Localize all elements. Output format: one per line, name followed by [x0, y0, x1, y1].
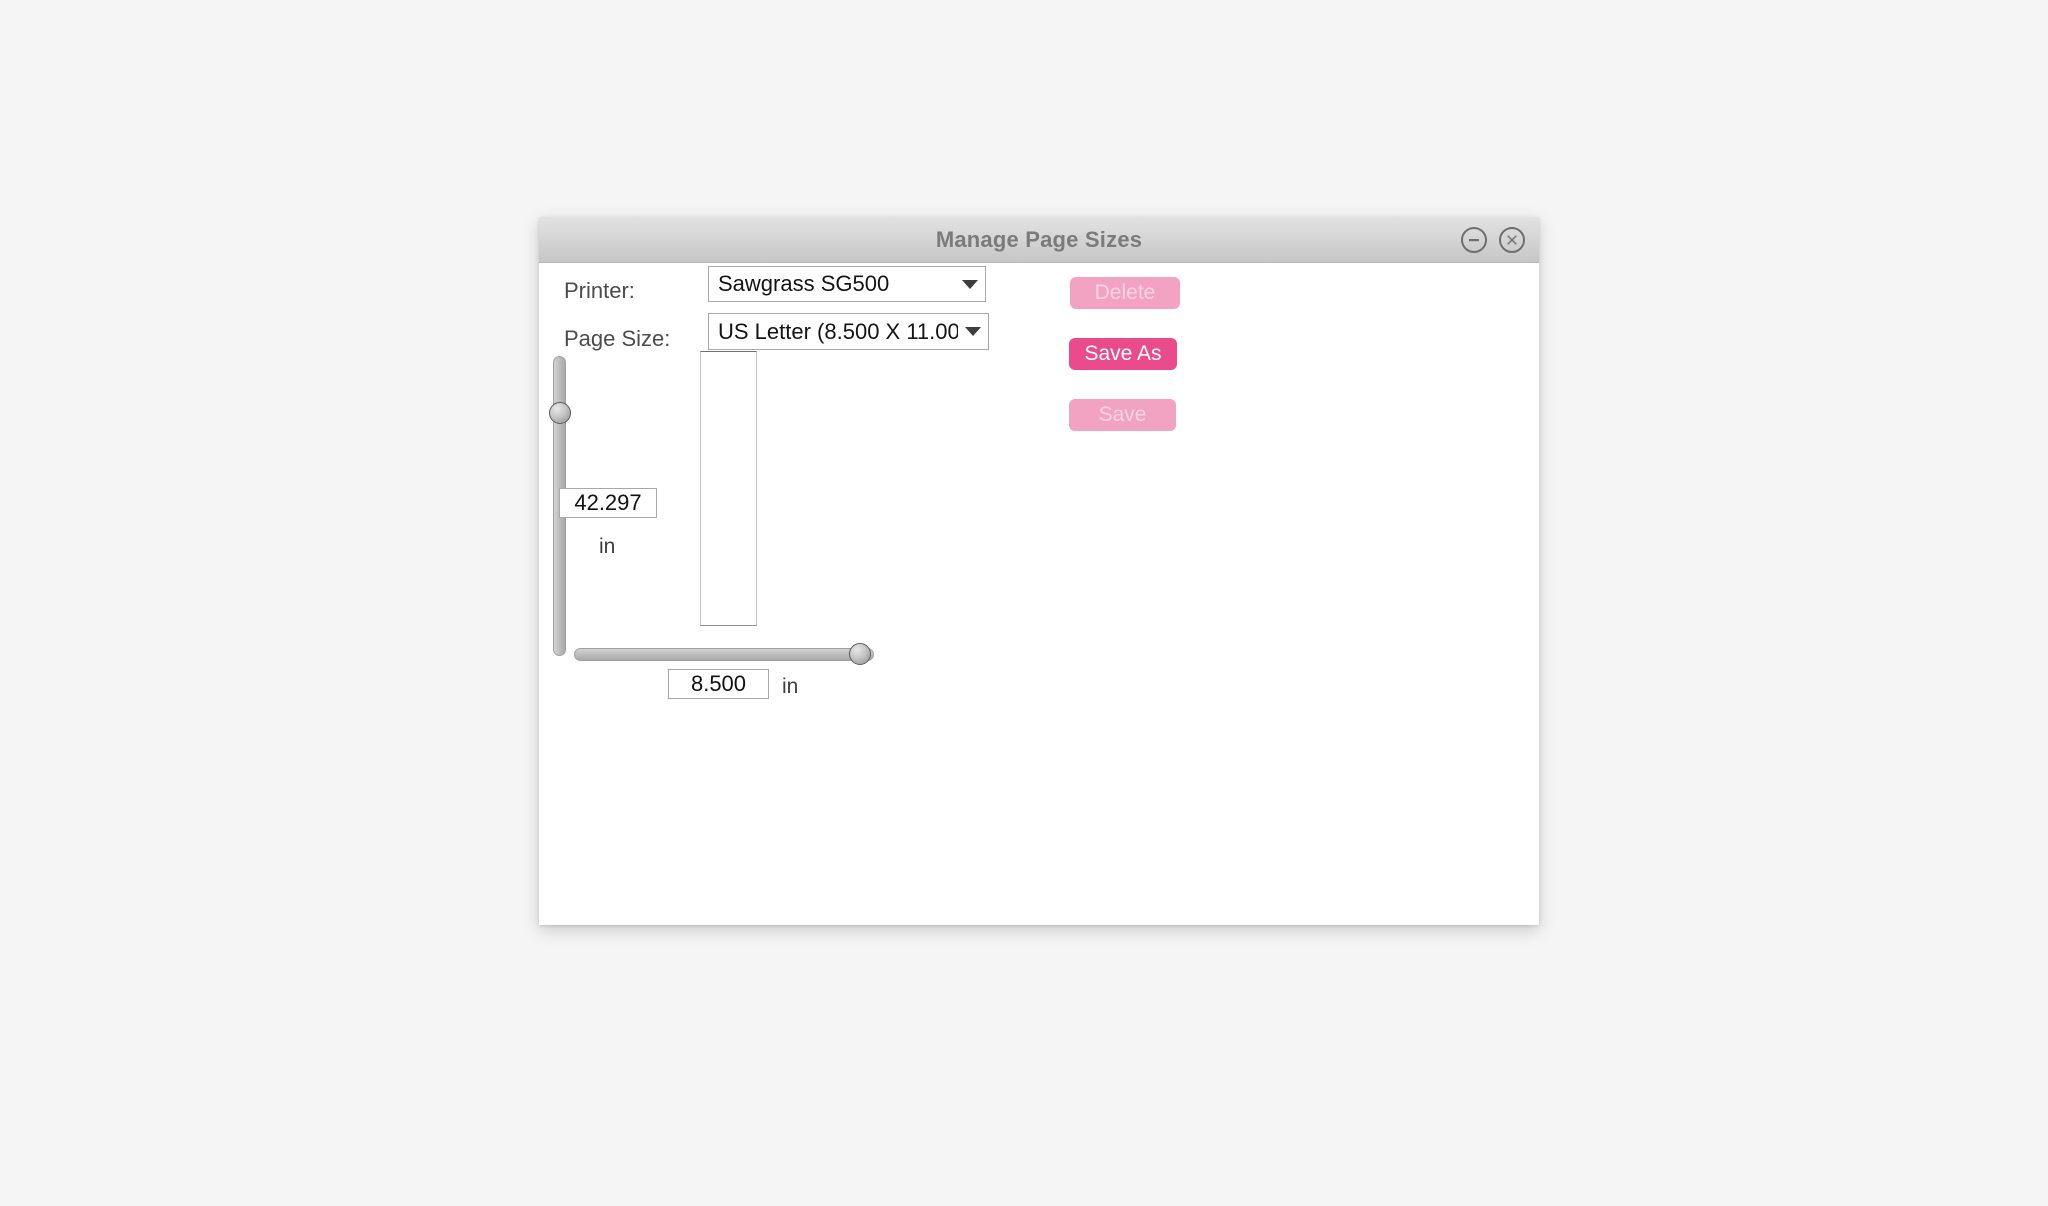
- minimize-circle-icon[interactable]: [1461, 227, 1487, 253]
- manage-page-sizes-dialog: Manage Page Sizes Printer: Sawgrass SG50…: [539, 217, 1539, 925]
- printer-label: Printer:: [564, 278, 635, 303]
- dialog-title: Manage Page Sizes: [935, 226, 1143, 252]
- chevron-down-icon: [955, 279, 985, 289]
- width-slider-knob[interactable]: [849, 643, 871, 665]
- width-input[interactable]: [668, 669, 769, 699]
- save-as-button[interactable]: Save As: [1069, 338, 1177, 370]
- height-slider-knob[interactable]: [549, 402, 571, 424]
- titlebar-buttons: [1461, 217, 1525, 263]
- page-size-dropdown[interactable]: US Letter (8.500 X 11.000 in): [708, 313, 989, 350]
- height-unit-label: in: [599, 535, 616, 558]
- dialog-body: Printer: Sawgrass SG500 Page Size: US Le…: [539, 263, 1539, 925]
- width-unit-label: in: [782, 675, 799, 698]
- printer-dropdown[interactable]: Sawgrass SG500: [708, 266, 986, 302]
- page-size-dropdown-value: US Letter (8.500 X 11.000 in): [718, 318, 958, 344]
- desktop-background: Manage Page Sizes Printer: Sawgrass SG50…: [0, 0, 2048, 1206]
- delete-button[interactable]: Delete: [1070, 277, 1180, 309]
- printer-dropdown-value: Sawgrass SG500: [718, 271, 890, 296]
- save-button[interactable]: Save: [1069, 399, 1176, 431]
- page-size-preview: [700, 351, 757, 626]
- height-input[interactable]: [559, 488, 657, 518]
- dialog-titlebar[interactable]: Manage Page Sizes: [539, 217, 1539, 263]
- chevron-down-icon: [958, 327, 988, 336]
- width-slider[interactable]: [574, 639, 874, 669]
- page-size-label: Page Size:: [564, 326, 671, 351]
- close-circle-icon[interactable]: [1499, 227, 1525, 253]
- width-slider-track[interactable]: [574, 648, 874, 661]
